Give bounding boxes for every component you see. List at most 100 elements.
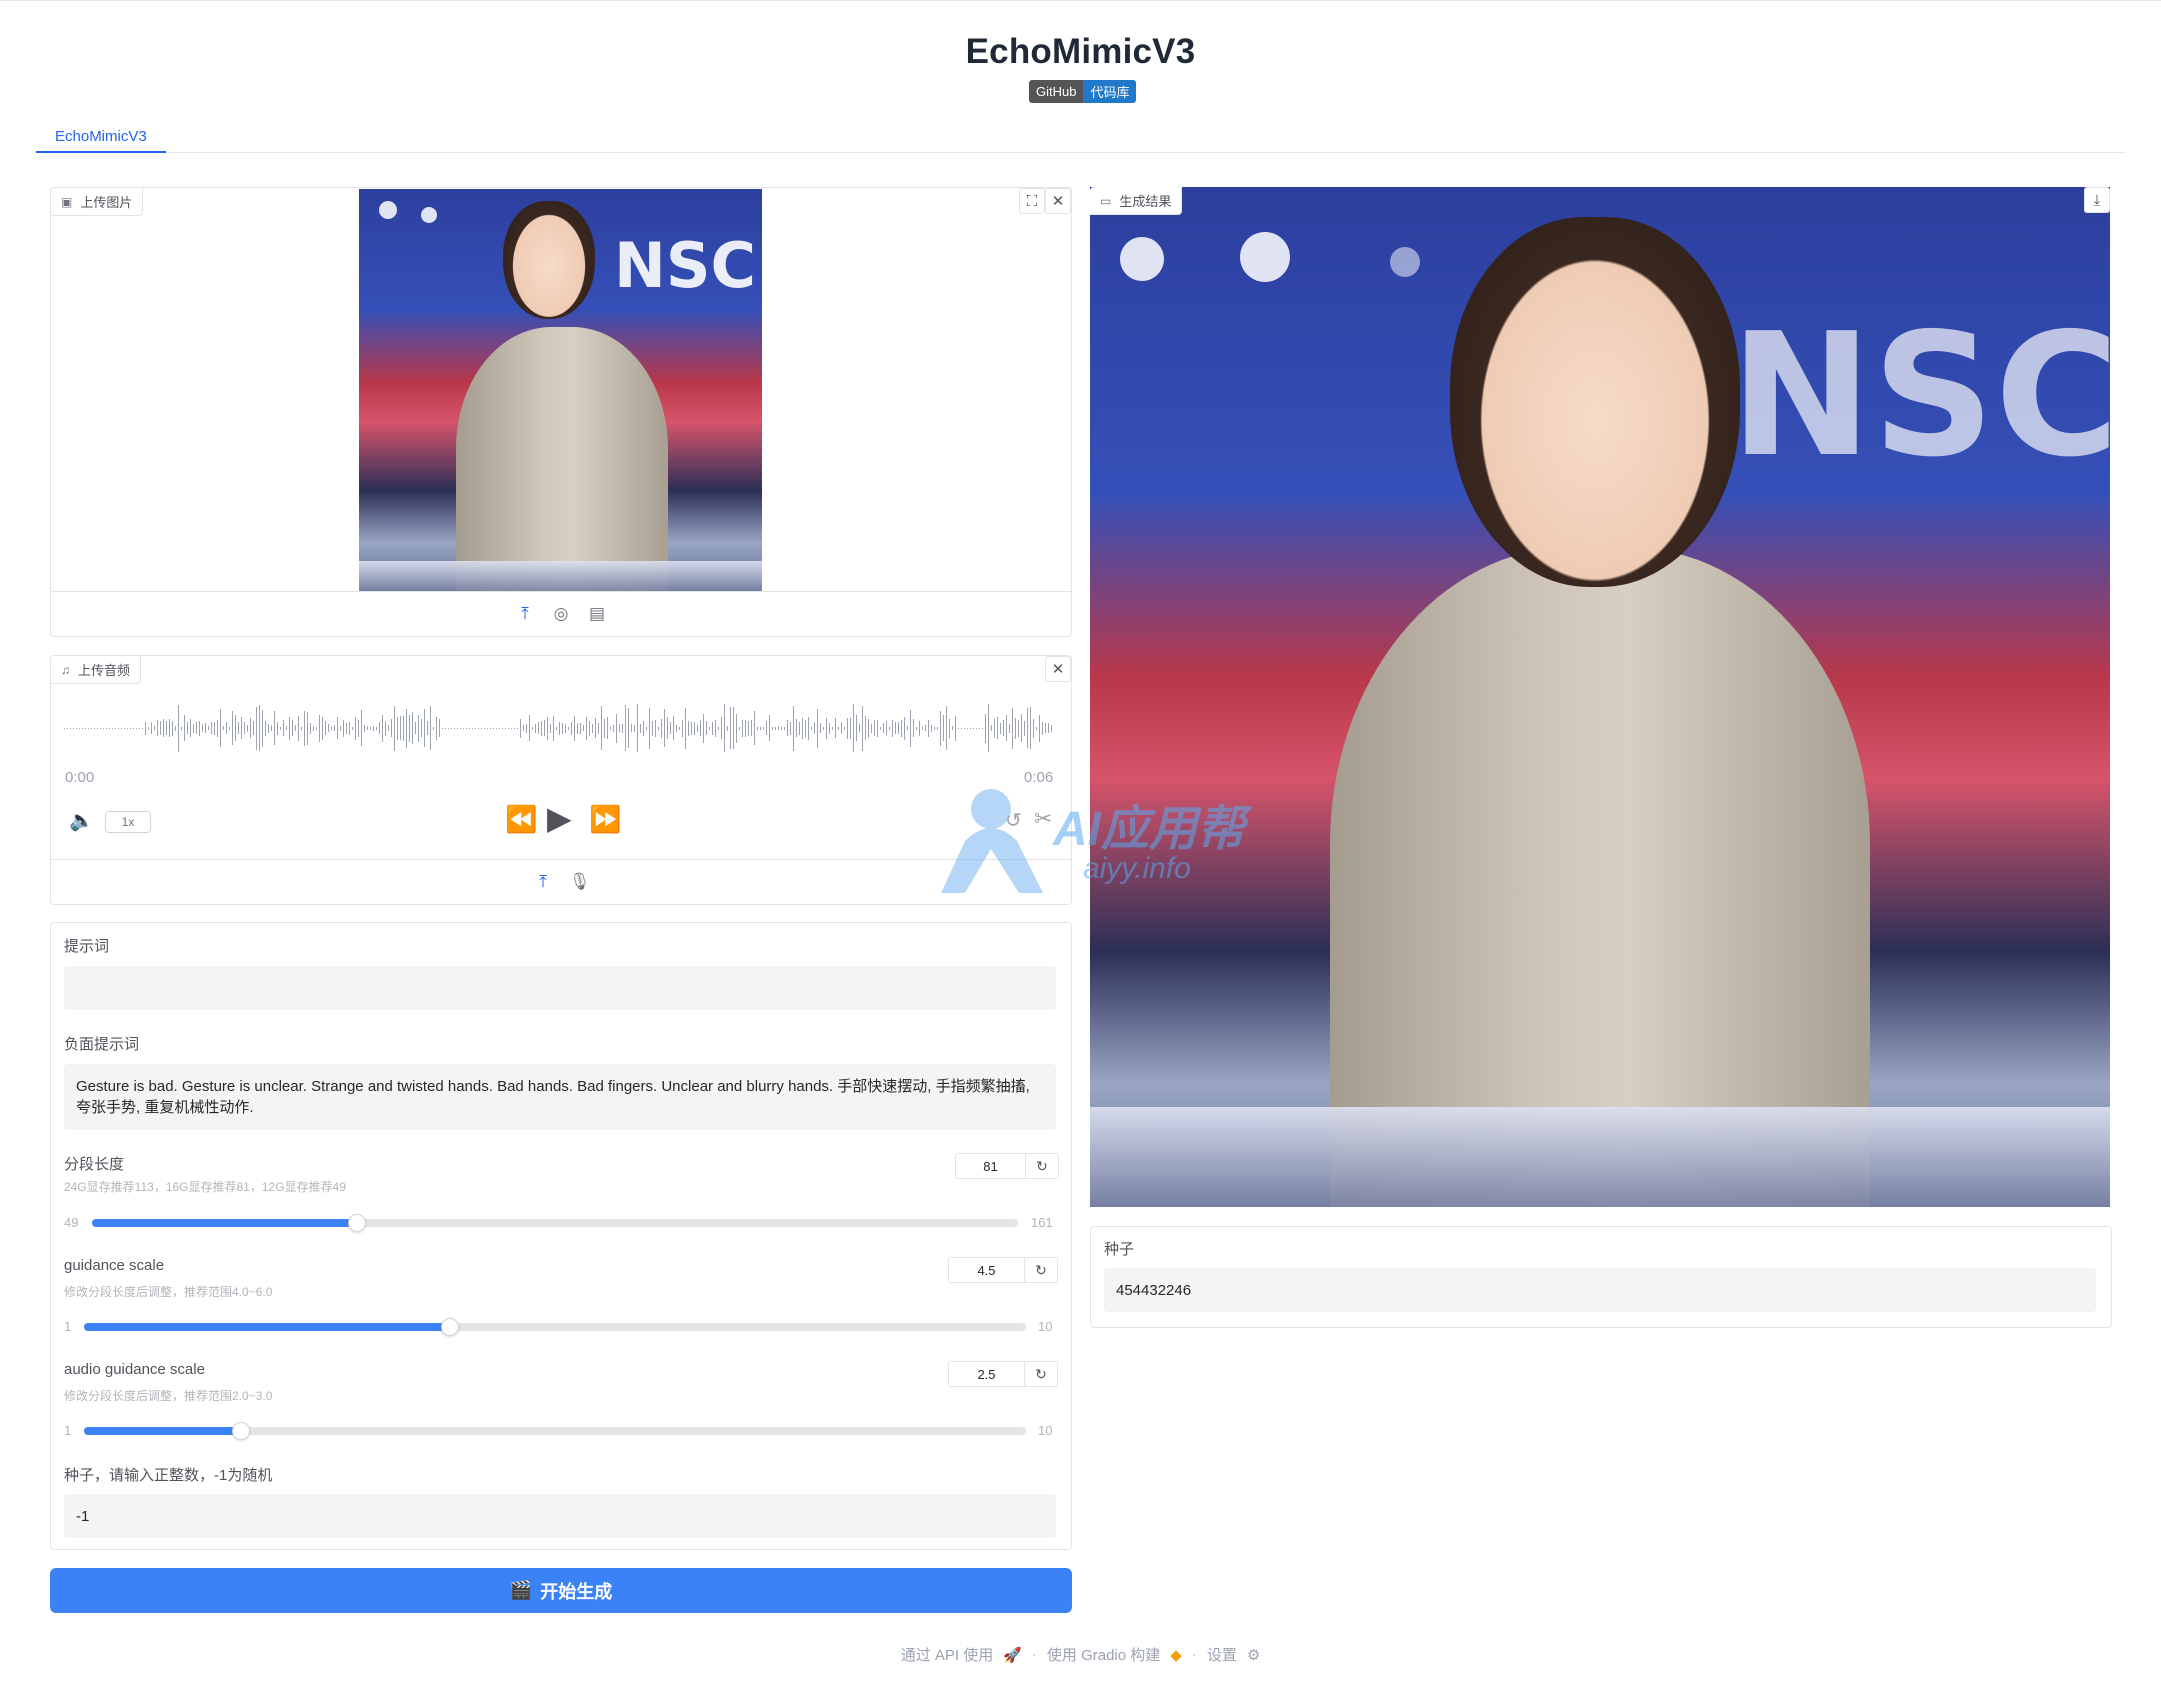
- play-icon[interactable]: ▶: [547, 799, 572, 837]
- download-icon[interactable]: ⤓: [2084, 187, 2110, 213]
- waveform-bar: [739, 726, 740, 730]
- waveform-bar: [835, 718, 836, 738]
- seed-input[interactable]: -1: [64, 1494, 1056, 1538]
- audio-upload-icon[interactable]: ⤒: [533, 872, 553, 892]
- waveform-bar: [832, 726, 833, 730]
- prompt-input[interactable]: [64, 966, 1056, 1010]
- waveform-bar: [580, 722, 581, 734]
- tab-echomimicv3[interactable]: EchoMimicV3: [36, 121, 166, 153]
- waveform-bar: [721, 717, 722, 739]
- negative-prompt-input[interactable]: Gesture is bad. Gesture is unclear. Stra…: [64, 1064, 1056, 1130]
- guidance-scale-reset-icon[interactable]: ↻: [1025, 1258, 1057, 1282]
- waveform-bar: [997, 717, 998, 739]
- waveform-bar: [346, 722, 347, 734]
- guidance-scale-value[interactable]: 4.5: [949, 1258, 1025, 1282]
- waveform-bar: [793, 705, 794, 751]
- upload-icon[interactable]: ⤒: [515, 604, 535, 624]
- forward-icon[interactable]: ⏩: [589, 804, 621, 835]
- audio-guidance-scale-slider[interactable]: [84, 1422, 1026, 1440]
- image-upload-panel[interactable]: ▣ 上传图片 ⛶ ✕ NSC ⤒ ◎ ▤: [50, 187, 1072, 637]
- waveform-bar: [379, 722, 380, 734]
- waveform-bar: [409, 714, 410, 742]
- waveform-bar: [301, 726, 302, 730]
- waveform-bar: [184, 715, 185, 741]
- waveform-bar: [943, 715, 944, 741]
- result-brand-text: NSC: [1730, 297, 2110, 495]
- waveform-bar: [586, 716, 587, 740]
- waveform-bar: [712, 721, 713, 735]
- segment-length-number[interactable]: 81 ↻: [955, 1153, 1059, 1179]
- waveform-bar: [838, 726, 839, 730]
- waveform-bar: [589, 720, 590, 736]
- negative-prompt-label: 负面提示词: [64, 1036, 140, 1053]
- audio-upload-panel[interactable]: ♫ 上传音频 ✕ 0:00 0:06 🔈 1x ⏪ ▶ ⏩ ↺ ✂ ⤒ 🎙: [50, 655, 1072, 905]
- waveform-bar: [925, 725, 926, 731]
- audio-close-icon[interactable]: ✕: [1045, 656, 1071, 682]
- segment-length-value[interactable]: 81: [956, 1154, 1026, 1178]
- result-label: ▭ 生成结果: [1090, 187, 1183, 215]
- guidance-scale-label: guidance scale: [64, 1257, 165, 1274]
- audio-waveform[interactable]: [64, 700, 1058, 756]
- footer-gradio-link[interactable]: 使用 Gradio 构建: [1047, 1644, 1160, 1665]
- waveform-bar: [493, 727, 494, 729]
- github-badge[interactable]: GitHub 代码库: [1029, 80, 1137, 103]
- microphone-icon[interactable]: 🎙: [569, 872, 591, 892]
- waveform-bar: [382, 714, 383, 742]
- guidance-scale-number[interactable]: 4.5 ↻: [948, 1257, 1058, 1283]
- result-video[interactable]: NSC: [1090, 187, 2110, 1207]
- footer-api-link[interactable]: 通过 API 使用: [901, 1644, 994, 1665]
- waveform-bar: [544, 720, 545, 736]
- waveform-bar: [448, 727, 449, 729]
- volume-icon[interactable]: 🔈: [69, 808, 94, 833]
- waveform-bar: [181, 726, 182, 730]
- rewind-icon[interactable]: ⏪: [505, 804, 537, 835]
- generate-button[interactable]: 🎬 开始生成: [50, 1568, 1072, 1613]
- waveform-bar: [316, 726, 317, 730]
- waveform-bar: [169, 719, 170, 737]
- clipboard-icon[interactable]: ▤: [587, 604, 607, 624]
- audio-guidance-scale-value[interactable]: 2.5: [949, 1362, 1025, 1386]
- webcam-icon[interactable]: ◎: [551, 604, 571, 624]
- waveform-bar: [502, 727, 503, 729]
- waveform-bar: [388, 725, 389, 731]
- badge-left: GitHub: [1029, 80, 1084, 103]
- guidance-scale-slider[interactable]: [84, 1318, 1026, 1336]
- waveform-bar: [310, 722, 311, 734]
- waveform-bar: [136, 727, 137, 729]
- waveform-bar: [808, 716, 809, 740]
- waveform-bar: [367, 726, 368, 730]
- slider-thumb[interactable]: [347, 1214, 366, 1232]
- guidance-scale-max: 10: [1038, 1319, 1053, 1334]
- waveform-bar: [817, 708, 818, 748]
- waveform-bar: [487, 727, 488, 729]
- waveform-bar: [844, 726, 845, 730]
- audio-guidance-scale-number[interactable]: 2.5 ↻: [948, 1361, 1058, 1387]
- waveform-bar: [880, 726, 881, 730]
- result-video-panel[interactable]: ▭ 生成结果 ⤓ NSC: [1090, 187, 2112, 1207]
- fullscreen-icon[interactable]: ⛶: [1019, 188, 1045, 214]
- seed-output-value[interactable]: 454432246: [1104, 1268, 2096, 1312]
- slider-thumb[interactable]: [232, 1422, 251, 1440]
- waveform-bar: [763, 726, 764, 730]
- waveform-bar: [688, 720, 689, 736]
- waveform-bar: [163, 719, 164, 737]
- audio-guidance-scale-reset-icon[interactable]: ↻: [1025, 1362, 1057, 1386]
- waveform-bar: [364, 724, 365, 732]
- waveform-bar: [901, 719, 902, 737]
- waveform-bar: [652, 720, 653, 736]
- playback-speed-button[interactable]: 1x: [105, 811, 151, 833]
- waveform-bar: [604, 718, 605, 738]
- footer-settings-link[interactable]: 设置: [1207, 1644, 1237, 1665]
- waveform-bar: [217, 719, 218, 737]
- segment-length-slider[interactable]: [92, 1214, 1018, 1232]
- waveform-bar: [841, 722, 842, 734]
- waveform-bar: [85, 727, 86, 729]
- waveform-bar: [238, 722, 239, 734]
- waveform-bar: [535, 723, 536, 733]
- close-icon[interactable]: ✕: [1045, 188, 1071, 214]
- waveform-bar: [394, 705, 395, 751]
- segment-length-reset-icon[interactable]: ↻: [1026, 1154, 1058, 1178]
- waveform-bar: [82, 727, 83, 729]
- waveform-bar: [595, 718, 596, 738]
- gradio-logo-icon: ◆: [1170, 1646, 1182, 1664]
